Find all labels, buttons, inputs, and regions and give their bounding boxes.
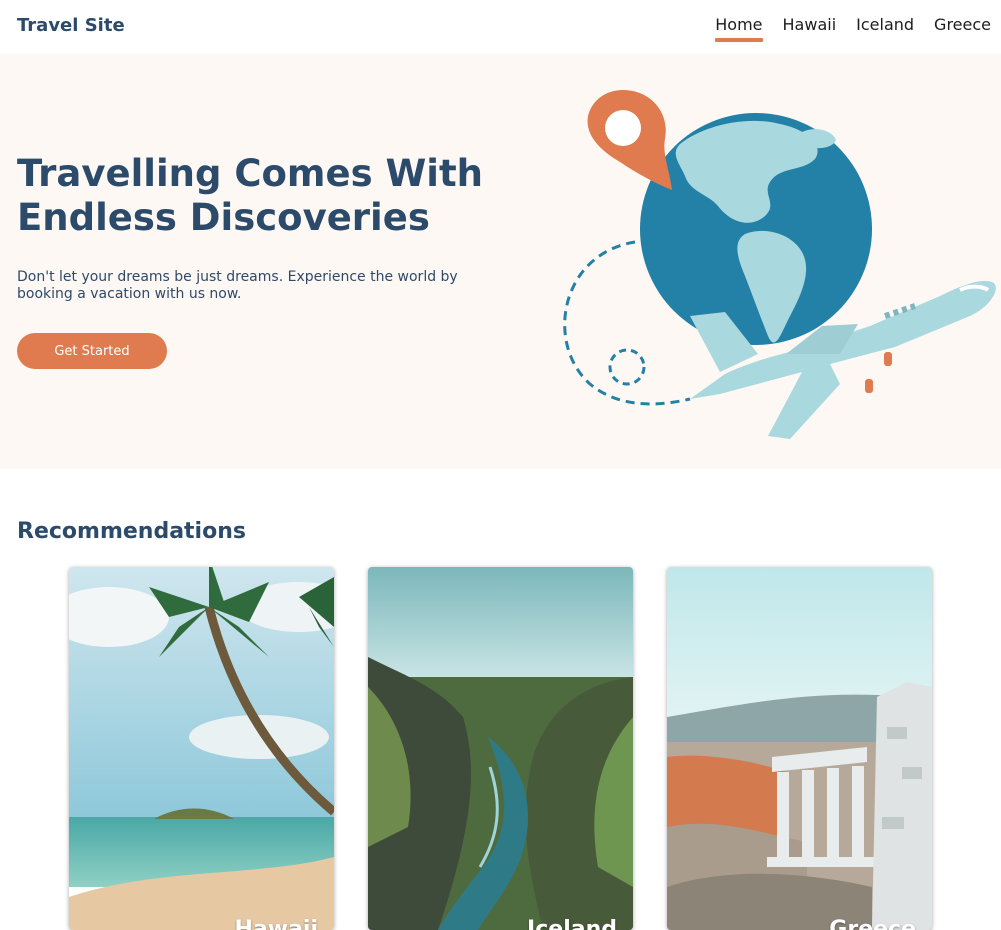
card-greece[interactable]: Greece (667, 567, 932, 930)
card-iceland[interactable]: Iceland (368, 567, 633, 930)
card-label-greece: Greece (829, 917, 916, 930)
canyon-river-photo-icon (368, 567, 633, 930)
engine-right (865, 379, 873, 393)
get-started-button[interactable]: Get Started (17, 333, 167, 369)
temple-ruins-photo-icon (667, 567, 932, 930)
card-hawaii[interactable]: Hawaii (69, 567, 334, 930)
hero-section: Travelling Comes With Endless Discoverie… (0, 54, 1001, 469)
nav-item-home[interactable]: Home (715, 15, 763, 42)
hero-title: Travelling Comes With Endless Discoverie… (17, 152, 517, 240)
site-brand[interactable]: Travel Site (17, 15, 125, 36)
globe-airplane-illustration (563, 90, 996, 439)
nav-menu: Home Hawaii Iceland Greece (695, 15, 991, 42)
top-navbar: Travel Site Home Hawaii Iceland Greece (0, 0, 1001, 54)
nav-item-greece[interactable]: Greece (934, 15, 991, 42)
nav-item-iceland[interactable]: Iceland (856, 15, 914, 42)
hero-title-line1: Travelling Comes With (17, 152, 484, 195)
card-label-iceland: Iceland (527, 917, 617, 930)
recommendations-title: Recommendations (17, 519, 246, 544)
hero-subtitle: Don't let your dreams be just dreams. Ex… (17, 269, 458, 302)
pin-hole (605, 110, 641, 146)
engine-left (884, 352, 892, 366)
flight-loop (608, 348, 646, 386)
palm-beach-photo-icon (69, 567, 334, 930)
card-label-hawaii: Hawaii (234, 917, 318, 930)
nav-item-hawaii[interactable]: Hawaii (783, 15, 837, 42)
island-shape (802, 129, 836, 149)
hero-title-line2: Endless Discoveries (17, 196, 430, 239)
